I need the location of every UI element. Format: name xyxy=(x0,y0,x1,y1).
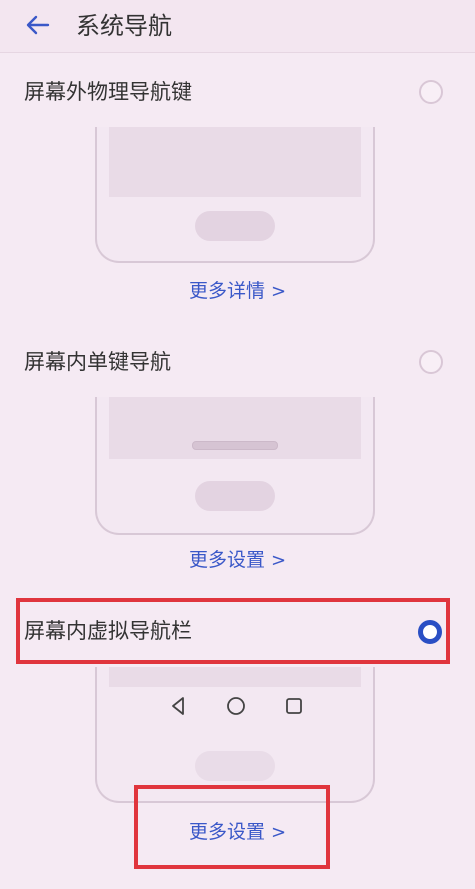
virtual-nav-bar-preview xyxy=(95,667,375,803)
preview-screen xyxy=(109,667,361,687)
physical-nav-preview xyxy=(95,127,375,263)
title-bar: 系统导航 xyxy=(0,0,475,53)
arrow-left-icon[interactable] xyxy=(22,9,54,41)
physical-home-button xyxy=(195,481,275,511)
square-recent-icon xyxy=(286,698,302,714)
highlight-box-more-settings xyxy=(134,785,330,869)
page-title: 系统导航 xyxy=(76,12,172,40)
more-settings-link-single-key[interactable]: 更多设置 > xyxy=(0,545,475,572)
physical-home-button xyxy=(195,211,275,241)
option-physical-nav-keys-radio[interactable] xyxy=(419,80,443,104)
physical-home-button xyxy=(195,751,275,781)
option-physical-nav-keys-label[interactable]: 屏幕外物理导航键 xyxy=(24,78,192,106)
circle-home-icon xyxy=(227,697,245,715)
option-single-key-nav-radio[interactable] xyxy=(419,350,443,374)
highlight-box-virtual-nav-option xyxy=(16,598,450,664)
single-key-nav-bar xyxy=(192,441,278,450)
chevron-right-icon: > xyxy=(270,281,287,302)
chevron-right-icon: > xyxy=(270,550,287,571)
preview-screen xyxy=(109,127,361,197)
triangle-back-icon xyxy=(172,697,184,715)
more-details-link[interactable]: 更多详情 > xyxy=(0,276,475,303)
option-single-key-nav-label[interactable]: 屏幕内单键导航 xyxy=(24,348,171,376)
single-key-nav-preview xyxy=(95,397,375,535)
